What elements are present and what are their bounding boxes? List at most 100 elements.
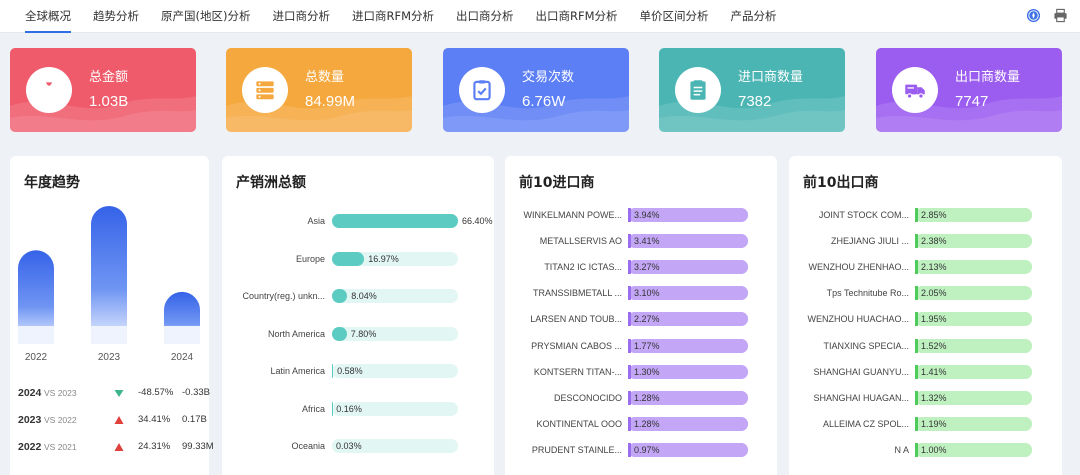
bar-marker [915, 416, 918, 431]
exporter-row[interactable]: Tps Technitube Ro... 2.05% [789, 285, 1062, 301]
comparison-vs: VS 2021 [44, 442, 77, 452]
importer-row[interactable]: LARSEN AND TOUB... 2.27% [505, 311, 777, 327]
importer-row[interactable]: WINKELMANN POWE... 3.94% [505, 207, 777, 223]
continent-row-name: Country(reg.) unkn... [242, 291, 325, 301]
tab-3[interactable]: 进口商分析 [261, 0, 341, 33]
year-tick-label: 2023 [97, 352, 121, 363]
year-bar-2023[interactable] [91, 206, 127, 344]
exporters-title: 前10出口商 [803, 175, 879, 191]
year-tick-label: 2022 [24, 352, 48, 363]
printer-icon[interactable] [1053, 8, 1068, 23]
continent-row[interactable]: Latin America 0.58% [222, 363, 494, 379]
svg-text:¥: ¥ [46, 89, 52, 99]
continent-row[interactable]: North America 7.80% [222, 326, 494, 342]
year-bar-base [91, 326, 127, 344]
tab-1[interactable]: 趋势分析 [82, 0, 150, 33]
continent-row-name: North America [267, 328, 325, 339]
continent-row-pct: 16.97% [368, 253, 399, 264]
continent-row-pct: 8.04% [351, 291, 377, 301]
exporter-row[interactable]: JOINT STOCK COM... 2.85% [789, 207, 1062, 223]
bar-fill [332, 214, 458, 228]
comparison-pct: 24.31% [138, 441, 171, 452]
importer-row[interactable]: KONTINENTAL OOO 1.28% [505, 416, 777, 432]
tab-8[interactable]: 产品分析 [720, 0, 788, 33]
tab-2[interactable]: 原产国(地区)分析 [150, 0, 261, 33]
bar-marker [915, 312, 918, 327]
kpi-icon-circle [675, 67, 721, 113]
exporter-row-pct: 1.32% [921, 392, 947, 403]
tab-7[interactable]: 单价区间分析 [629, 0, 720, 33]
year-bar-base [18, 326, 54, 344]
exporter-row[interactable]: SHANGHAI GUANYU... 1.41% [789, 364, 1062, 380]
exporter-row[interactable]: N A 1.00% [789, 442, 1062, 458]
importer-row-pct: 3.10% [634, 288, 660, 299]
bar-marker [628, 260, 631, 275]
exporter-row-pct: 1.19% [921, 418, 947, 429]
bar-marker [628, 208, 631, 222]
yearly-trend-chart [18, 206, 200, 344]
importers-title: 前10进口商 [519, 175, 595, 191]
tab-bar: 全球概况 趋势分析 原产国(地区)分析 进口商分析 进口商RFM分析 出口商分析 出口商RF… [0, 0, 1080, 33]
kpi-value: 7747 [955, 93, 989, 110]
compass-icon[interactable] [1026, 8, 1041, 23]
tab-0[interactable]: 全球概况 [14, 0, 82, 33]
year-bar-base [164, 326, 200, 344]
continent-row[interactable]: Africa 0.16% [222, 401, 494, 417]
exporter-row-pct: 1.52% [921, 340, 947, 351]
exporter-row-name: ZHEJIANG JIULI ... [830, 236, 909, 247]
importer-row[interactable]: METALLSERVIS AO 3.41% [505, 233, 777, 249]
bar-marker [915, 234, 918, 249]
bar-marker [915, 390, 918, 405]
bar-marker [915, 260, 918, 275]
importers-panel: 前10进口商 WINKELMANN POWE... 3.94% METALLSERV… [505, 156, 777, 475]
importer-row[interactable]: TITAN2 IC ICTAS... 3.27% [505, 259, 777, 275]
bar-marker [915, 442, 918, 457]
exporter-row-name: WENZHOU HUACHAO... [807, 314, 909, 325]
bar-marker [628, 286, 631, 301]
importer-row-name: KONTINENTAL OOO [536, 418, 622, 429]
importer-row-pct: 3.94% [634, 210, 660, 220]
bar-marker [915, 286, 918, 301]
importer-row-pct: 1.28% [634, 392, 660, 403]
exporter-row[interactable]: TIANXING SPECIA... 1.52% [789, 338, 1062, 354]
exporter-row-name: ALLEIMA CZ SPOL... [822, 418, 909, 429]
tab-4[interactable]: 进口商RFM分析 [341, 0, 445, 33]
continent-row[interactable]: Europe 16.97% [222, 251, 494, 267]
continent-row[interactable]: Country(reg.) unkn... 8.04% [222, 288, 494, 304]
exporter-row-name: TIANXING SPECIA... [823, 340, 909, 351]
continent-row[interactable]: Asia 66.40% [222, 213, 494, 229]
importer-row-name: DESCONOCIDO [553, 392, 622, 403]
continent-row[interactable]: Oceania 0.03% [222, 438, 494, 454]
bar-track [332, 214, 458, 228]
kpi-value: 7382 [738, 93, 772, 110]
importer-row[interactable]: DESCONOCIDO 1.28% [505, 390, 777, 406]
continent-row-pct: 7.80% [350, 328, 377, 339]
importer-row-pct: 3.41% [634, 236, 660, 247]
exporter-row-pct: 2.13% [921, 262, 947, 273]
kpi-icon-circle [892, 67, 938, 113]
exporter-row-name: SHANGHAI HUAGAN... [813, 392, 909, 403]
exporter-row[interactable]: WENZHOU HUACHAO... 1.95% [789, 311, 1062, 327]
exporter-row[interactable]: ZHEJIANG JIULI ... 2.38% [789, 233, 1062, 249]
importer-row-name: PRYSMIAN CABOS ... [531, 340, 622, 351]
importer-row[interactable]: KONTSERN TITAN-... 1.30% [505, 364, 777, 380]
importer-row-pct: 1.28% [634, 418, 660, 429]
clipboard-check-icon [473, 80, 491, 101]
exporter-row[interactable]: WENZHOU ZHENHAO... 2.13% [789, 259, 1062, 275]
tab-6[interactable]: 出口商RFM分析 [525, 0, 629, 33]
tab-5[interactable]: 出口商分析 [445, 0, 525, 33]
continent-row-name: Europe [295, 253, 325, 264]
comparison-diff: 0.17B [182, 414, 207, 425]
importer-row[interactable]: PRYSMIAN CABOS ... 1.77% [505, 338, 777, 354]
exporter-row[interactable]: ALLEIMA CZ SPOL... 1.19% [789, 416, 1062, 432]
exporter-row-pct: 1.41% [921, 366, 947, 377]
importer-row[interactable]: TRANSSIBMETALL ... 3.10% [505, 285, 777, 301]
exporter-row[interactable]: SHANGHAI HUAGAN... 1.32% [789, 390, 1062, 406]
importer-row-name: METALLSERVIS AO [539, 236, 622, 247]
continent-panel: 产销洲总额 Asia 66.40% Europe 16.97% Country(reg.… [222, 156, 494, 475]
importer-row[interactable]: PRUDENT STAINLE... 0.97% [505, 442, 777, 458]
kpi-card-3: 进口商数量 7382 [659, 48, 845, 132]
continent-row-pct: 0.16% [336, 403, 362, 414]
exporter-row-pct: 2.05% [921, 288, 947, 299]
bar-marker [628, 312, 631, 327]
